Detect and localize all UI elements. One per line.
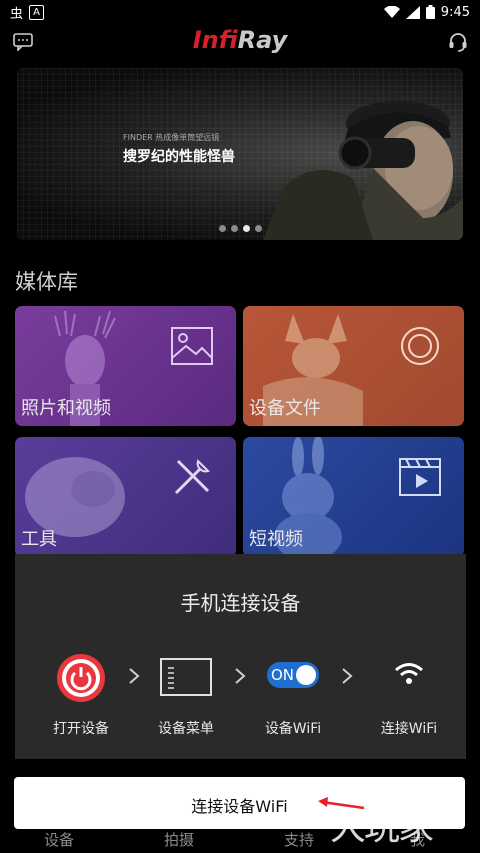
chevron-right-icon <box>129 668 140 684</box>
step-label: 设备菜单 <box>158 721 214 737</box>
signal-icon <box>405 5 420 19</box>
pager-dot[interactable] <box>230 225 238 232</box>
tools-icon <box>174 459 210 495</box>
step-label: 连接WiFi <box>380 721 438 737</box>
connection-steps: 打开设备 设备菜单 ON 设备WiFi 连接WiFi <box>15 650 466 737</box>
tile-tools[interactable]: 工具 <box>15 437 236 557</box>
connect-device-sheet: 手机连接设备 打开设备 设备菜单 ON 设备WiFi 连接WiFi <box>15 554 466 759</box>
image-icon <box>171 327 213 365</box>
wifi-icon <box>395 663 423 684</box>
toggle-on-icon: ON <box>267 662 319 688</box>
power-icon <box>57 654 105 702</box>
hunter-image <box>263 101 463 240</box>
menu-screen-icon <box>160 658 212 696</box>
tile-photos-videos[interactable]: 照片和视频 <box>15 306 236 426</box>
nav-shoot[interactable]: 拍摄 <box>164 829 194 850</box>
banner-pager <box>0 225 480 232</box>
wifi-status-icon <box>383 5 400 18</box>
nav-support[interactable]: 支持 <box>284 829 314 850</box>
battery-icon <box>425 5 435 19</box>
pager-dot-active[interactable] <box>242 225 250 232</box>
tile-label: 短视频 <box>249 529 303 550</box>
clock: 9:45 <box>440 4 470 20</box>
chevron-right-icon <box>342 668 353 684</box>
status-bar: 虫 A 9:45 <box>0 0 480 24</box>
tile-device-files[interactable]: 设备文件 <box>243 306 464 426</box>
pager-dot[interactable] <box>218 225 226 232</box>
notification-a-icon: A <box>29 4 45 20</box>
sheet-title: 手机连接设备 <box>180 591 301 615</box>
bug-icon: 虫 <box>10 6 24 22</box>
banner-headline: 搜罗纪的性能怪兽 <box>123 149 235 165</box>
chevron-right-icon <box>235 668 246 684</box>
tile-short-video[interactable]: 短视频 <box>243 437 464 557</box>
pager-dot[interactable] <box>254 225 262 232</box>
watermark: 大玩家 <box>330 807 434 848</box>
logo-red-part: Inf <box>192 26 238 54</box>
disc-icon <box>401 327 439 365</box>
step-label: 打开设备 <box>53 721 109 737</box>
step-label: 设备WiFi <box>264 721 322 737</box>
tile-label: 照片和视频 <box>21 398 111 419</box>
banner-subtitle: FINDER 热成像单筒望远镜 <box>123 133 220 142</box>
toggle-knob <box>296 665 316 685</box>
video-icon <box>399 458 441 496</box>
media-library-title: 媒体库 <box>15 270 78 294</box>
brand-logo: InfiRay <box>0 26 480 54</box>
tile-label: 设备文件 <box>249 398 321 419</box>
promo-banner[interactable]: FINDER 热成像单筒望远镜 搜罗纪的性能怪兽 <box>17 68 463 240</box>
logo-white-part: iRay <box>237 26 288 54</box>
nav-device[interactable]: 设备 <box>44 829 74 850</box>
toggle-text: ON <box>271 666 295 684</box>
tile-label: 工具 <box>21 529 57 550</box>
headset-icon[interactable] <box>448 32 468 52</box>
app-bar: InfiRay <box>0 24 480 62</box>
